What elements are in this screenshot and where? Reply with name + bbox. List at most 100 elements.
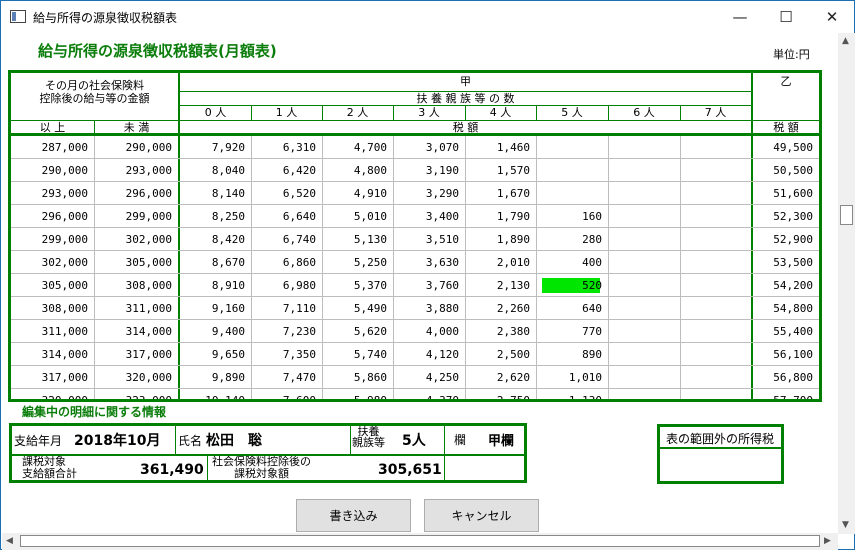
table-cell[interactable] xyxy=(608,136,680,159)
table-cell[interactable]: 7,110 xyxy=(251,297,322,320)
table-cell[interactable] xyxy=(680,136,751,159)
table-cell[interactable]: 56,800 xyxy=(753,366,819,389)
table-cell[interactable] xyxy=(680,343,751,366)
table-cell[interactable] xyxy=(680,159,751,182)
table-cell[interactable] xyxy=(680,274,751,297)
table-cell[interactable]: 4,370 xyxy=(393,389,465,399)
table-cell[interactable]: 3,760 xyxy=(393,274,465,297)
table-cell[interactable]: 5,250 xyxy=(322,251,393,274)
table-cell[interactable]: 1,890 xyxy=(465,228,536,251)
table-cell[interactable] xyxy=(608,343,680,366)
table-cell[interactable]: 5,620 xyxy=(322,320,393,343)
table-cell[interactable] xyxy=(608,389,680,399)
table-cell[interactable]: 50,500 xyxy=(753,159,819,182)
table-cell[interactable]: 53,500 xyxy=(753,251,819,274)
table-cell[interactable]: 311,000 xyxy=(11,320,94,343)
table-cell[interactable]: 2,750 xyxy=(465,389,536,399)
table-cell[interactable] xyxy=(680,205,751,228)
maximize-button[interactable]: ☐ xyxy=(763,1,809,33)
table-cell[interactable]: 296,000 xyxy=(11,205,94,228)
table-cell[interactable]: 52,300 xyxy=(753,205,819,228)
table-cell[interactable]: 6,420 xyxy=(251,159,322,182)
table-row[interactable]: 299,000 302,000 8,420 6,740 5,130 3,510 1,890 2… xyxy=(11,228,819,251)
table-cell[interactable] xyxy=(680,251,751,274)
table-cell[interactable]: 160 xyxy=(536,205,608,228)
table-cell[interactable] xyxy=(608,251,680,274)
table-cell[interactable]: 317,000 xyxy=(11,366,94,389)
table-cell[interactable]: 7,350 xyxy=(251,343,322,366)
table-row[interactable]: 311,000 314,000 9,400 7,230 5,620 4,000 2,380 7… xyxy=(11,320,819,343)
table-cell[interactable]: 56,100 xyxy=(753,343,819,366)
table-row[interactable]: 305,000 308,000 8,910 6,980 5,370 3,760 2,130 5… xyxy=(11,274,819,297)
table-cell[interactable]: 302,000 xyxy=(11,251,94,274)
table-cell[interactable] xyxy=(536,182,608,205)
scroll-left-icon[interactable]: ◀ xyxy=(6,536,13,546)
table-cell[interactable] xyxy=(608,228,680,251)
table-cell[interactable]: 4,250 xyxy=(393,366,465,389)
table-cell[interactable]: 5,980 xyxy=(322,389,393,399)
table-cell[interactable]: 10,140 xyxy=(180,389,251,399)
table-cell[interactable]: 6,740 xyxy=(251,228,322,251)
table-cell[interactable] xyxy=(608,297,680,320)
table-cell[interactable]: 1,010 xyxy=(536,366,608,389)
table-row[interactable]: 317,000 320,000 9,890 7,470 5,860 4,250 2,620 1… xyxy=(11,366,819,389)
table-cell[interactable]: 9,890 xyxy=(180,366,251,389)
table-cell[interactable]: 299,000 xyxy=(95,205,178,228)
table-cell[interactable]: 8,040 xyxy=(180,159,251,182)
table-cell[interactable]: 299,000 xyxy=(11,228,94,251)
table-row[interactable]: 287,000 290,000 7,920 6,310 4,700 3,070 1,460 4… xyxy=(11,136,819,159)
table-cell[interactable]: 57,700 xyxy=(753,389,819,399)
table-cell[interactable]: 1,130 xyxy=(536,389,608,399)
table-cell[interactable]: 308,000 xyxy=(11,297,94,320)
table-cell[interactable]: 1,460 xyxy=(465,136,536,159)
table-row[interactable]: 320,000 323,000 10,140 7,600 5,980 4,370 2,750… xyxy=(11,389,819,399)
scroll-down-icon[interactable]: ▼ xyxy=(842,520,849,530)
table-cell[interactable]: 6,860 xyxy=(251,251,322,274)
table-cell[interactable]: 5,010 xyxy=(322,205,393,228)
table-cell[interactable]: 3,190 xyxy=(393,159,465,182)
table-cell[interactable] xyxy=(608,274,680,297)
table-cell[interactable]: 770 xyxy=(536,320,608,343)
table-cell[interactable]: 5,740 xyxy=(322,343,393,366)
table-cell[interactable]: 305,000 xyxy=(11,274,94,297)
table-cell[interactable] xyxy=(680,366,751,389)
table-cell[interactable]: 3,630 xyxy=(393,251,465,274)
table-cell[interactable]: 6,640 xyxy=(251,205,322,228)
table-cell[interactable]: 4,800 xyxy=(322,159,393,182)
table-cell[interactable] xyxy=(680,228,751,251)
table-cell[interactable]: 3,400 xyxy=(393,205,465,228)
table-cell[interactable]: 3,070 xyxy=(393,136,465,159)
table-cell[interactable] xyxy=(608,205,680,228)
table-cell[interactable]: 1,570 xyxy=(465,159,536,182)
table-cell[interactable]: 5,490 xyxy=(322,297,393,320)
table-cell[interactable]: 314,000 xyxy=(95,320,178,343)
table-cell[interactable]: 400 xyxy=(536,251,608,274)
table-cell[interactable]: 9,160 xyxy=(180,297,251,320)
minimize-button[interactable]: — xyxy=(717,1,763,33)
table-cell[interactable]: 2,010 xyxy=(465,251,536,274)
table-cell[interactable]: 308,000 xyxy=(95,274,178,297)
table-cell[interactable]: 5,130 xyxy=(322,228,393,251)
table-cell[interactable]: 296,000 xyxy=(95,182,178,205)
table-cell[interactable] xyxy=(608,159,680,182)
table-cell[interactable]: 8,140 xyxy=(180,182,251,205)
table-cell[interactable]: 8,420 xyxy=(180,228,251,251)
table-cell[interactable]: 6,310 xyxy=(251,136,322,159)
table-cell[interactable]: 55,400 xyxy=(753,320,819,343)
table-cell[interactable]: 7,920 xyxy=(180,136,251,159)
table-cell[interactable]: 293,000 xyxy=(11,182,94,205)
scroll-up-icon[interactable]: ▲ xyxy=(842,36,849,46)
table-cell[interactable]: 3,290 xyxy=(393,182,465,205)
table-cell[interactable]: 8,670 xyxy=(180,251,251,274)
table-cell[interactable]: 7,230 xyxy=(251,320,322,343)
table-cell[interactable]: 311,000 xyxy=(95,297,178,320)
table-cell[interactable] xyxy=(680,182,751,205)
table-cell[interactable]: 6,520 xyxy=(251,182,322,205)
table-cell[interactable] xyxy=(608,366,680,389)
table-cell[interactable]: 4,120 xyxy=(393,343,465,366)
table-cell[interactable]: 54,200 xyxy=(753,274,819,297)
table-cell[interactable]: 2,130 xyxy=(465,274,536,297)
table-cell[interactable] xyxy=(680,297,751,320)
table-cell[interactable]: 7,600 xyxy=(251,389,322,399)
table-cell[interactable]: 8,250 xyxy=(180,205,251,228)
